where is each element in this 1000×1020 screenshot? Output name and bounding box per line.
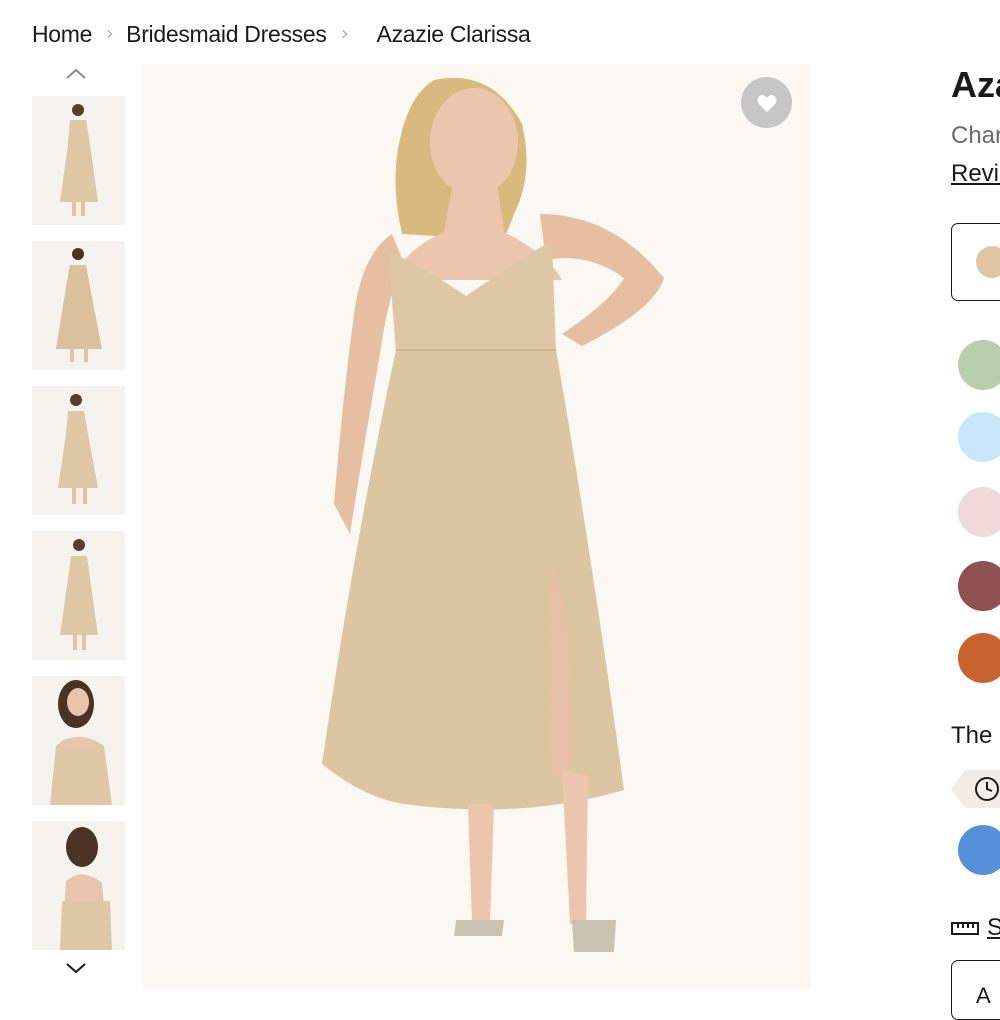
color-swatch[interactable]: [958, 340, 1000, 390]
color-swatch[interactable]: [958, 633, 1000, 683]
breadcrumb-current: Azazie Clarissa: [376, 20, 531, 47]
gallery-thumbnail[interactable]: [32, 96, 125, 225]
gallery-thumbnail[interactable]: [32, 531, 125, 660]
color-swatch[interactable]: [958, 412, 1000, 462]
color-swatch[interactable]: [958, 561, 1000, 611]
favorite-button[interactable]: [741, 77, 792, 128]
gallery-thumbnail[interactable]: [32, 821, 125, 950]
clock-icon: [975, 777, 999, 801]
ruler-icon: [951, 922, 979, 935]
product-subtitle: Char: [951, 122, 1000, 149]
shipping-info-text: The c: [951, 722, 1000, 749]
chevron-right-icon: [104, 29, 114, 39]
product-title: Aza: [951, 64, 1000, 105]
size-guide-link[interactable]: S: [951, 914, 1000, 942]
color-swatch[interactable]: [958, 825, 1000, 875]
chevron-down-icon[interactable]: [64, 958, 88, 978]
selected-color-option[interactable]: [951, 223, 1000, 301]
gallery-thumbnail[interactable]: [32, 676, 125, 805]
gallery-thumbnail[interactable]: [32, 241, 125, 370]
chevron-up-icon[interactable]: [64, 64, 88, 84]
breadcrumb: Home Bridesmaid Dresses Azazie Clarissa: [32, 18, 531, 50]
size-select-button[interactable]: A: [951, 960, 1000, 1020]
breadcrumb-category[interactable]: Bridesmaid Dresses: [126, 21, 327, 48]
chevron-right-icon: [339, 29, 349, 39]
gallery-thumbnail[interactable]: [32, 386, 125, 515]
product-main-image[interactable]: [142, 64, 811, 990]
selected-color-dot: [976, 246, 1000, 278]
heart-icon: [756, 94, 777, 112]
color-swatch[interactable]: [958, 487, 1000, 537]
breadcrumb-home[interactable]: Home: [32, 21, 92, 48]
reviews-link[interactable]: Revie: [951, 160, 1000, 188]
size-guide-label: S: [987, 914, 1000, 941]
